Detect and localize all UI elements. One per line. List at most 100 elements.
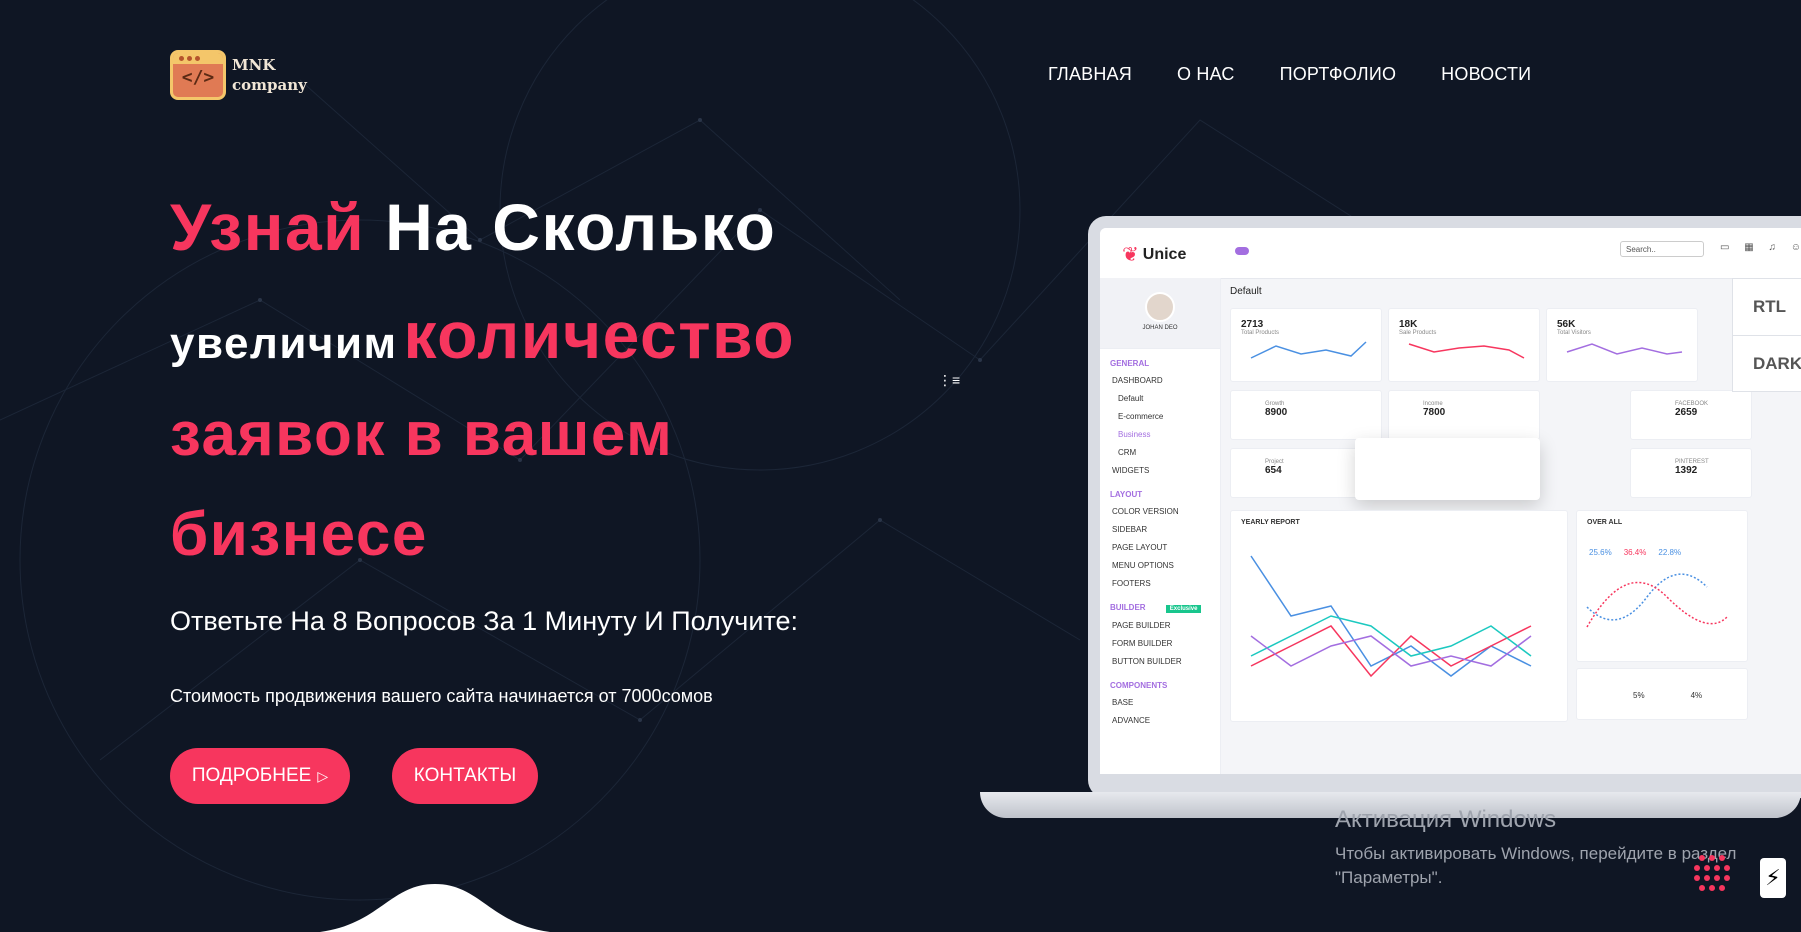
more-button-label: ПОДРОБНЕЕ: [191, 765, 312, 786]
menu-dashboard: DASHBOARD: [1112, 376, 1163, 385]
sparkline-purple: [1566, 343, 1683, 355]
menu-advance: ADVANCE: [1112, 716, 1151, 725]
menu-form-builder: FORM BUILDER: [1112, 639, 1173, 648]
menu-ecommerce: E-commerce: [1118, 412, 1164, 421]
topbar-icons: ▭ ▦ ♫ ☺: [1720, 242, 1801, 253]
logo-glyph: </>: [181, 67, 215, 88]
nav-item-portfolio[interactable]: ПОРТФОЛИО: [1280, 64, 1397, 85]
dashboard-brand-label: Unice: [1142, 245, 1187, 263]
menu-color-version: COLOR VERSION: [1112, 507, 1179, 516]
kpi-facebook: FACEBOOK 2659: [1630, 390, 1752, 440]
code-window-icon: </>: [170, 50, 226, 100]
headline-increase: увеличим: [170, 319, 398, 368]
main-nav: ГЛАВНАЯ О НАС ПОРТФОЛИО НОВОСТИ: [1048, 64, 1531, 85]
headline-quantity: количество: [403, 298, 796, 372]
menu-page-builder: PAGE BUILDER: [1112, 621, 1171, 630]
stat-card-visitors: 56K Total Visitors: [1546, 308, 1698, 382]
sparkline-red: [1408, 343, 1525, 359]
dashboard-brand: ❦ Unice: [1122, 242, 1186, 267]
dashboard-user: JOHAN DEO: [1100, 278, 1220, 349]
menu-default: Default: [1118, 394, 1144, 403]
kpi-value: 7800: [1423, 407, 1446, 418]
sparkline-blue: [1250, 341, 1367, 359]
bottom-wave-shape: [320, 884, 550, 932]
windows-activation-watermark: Активация Windows Чтобы активировать Win…: [1335, 806, 1736, 890]
avatar: [1145, 292, 1175, 322]
contacts-button-label: КОНТАКТЫ: [413, 765, 517, 786]
menu-crm: CRM: [1118, 448, 1137, 457]
logo-line1: MNK: [232, 56, 276, 74]
lightning-icon[interactable]: ⚡: [1760, 858, 1786, 898]
menu-business: Business: [1118, 430, 1151, 439]
scroll-hint-icon: ⋮≡: [938, 372, 961, 388]
dashboard-search: Search..: [1620, 241, 1704, 257]
nav-item-home[interactable]: ГЛАВНАЯ: [1048, 64, 1132, 85]
dots-grid-icon: [1694, 855, 1730, 891]
contacts-button[interactable]: КОНТАКТЫ: [392, 748, 538, 804]
menu-menu-options: MENU OPTIONS: [1112, 561, 1174, 570]
kpi-employee: Employee 8963: [1355, 438, 1540, 500]
dashboard-preview: ❦ Unice Search.. ▭ ▦ ♫ ☺ JOHAN DEO GENER…: [1100, 228, 1801, 774]
nav-item-news[interactable]: НОВОСТИ: [1441, 64, 1531, 85]
watermark-line1: Чтобы активировать Windows, перейдите в …: [1335, 844, 1737, 863]
exclusive-badge: Exclusive: [1165, 605, 1202, 613]
rtl-dark-switcher[interactable]: RTL DARK: [1732, 278, 1801, 392]
small-stats-card: 5% 4%: [1576, 668, 1748, 720]
small-stat-1: 5%: [1633, 691, 1645, 700]
watermark-line2: "Параметры".: [1335, 868, 1443, 887]
nav-item-about[interactable]: О НАС: [1177, 64, 1235, 85]
dashboard-sidebar: JOHAN DEO GENERAL DASHBOARD Default E-co…: [1100, 278, 1221, 774]
overall-chart: [1586, 573, 1728, 628]
stat-value: 2713: [1241, 319, 1264, 330]
kpi-pinterest: PINTEREST 1392: [1630, 448, 1752, 498]
rtl-option[interactable]: RTL: [1733, 279, 1801, 335]
headline-word-learn: Узнай: [170, 190, 366, 264]
stat-value: 56K: [1557, 319, 1576, 330]
kpi-value: 2659: [1675, 407, 1698, 418]
stat-value: 18K: [1399, 319, 1418, 330]
headline-how-much: На Сколько: [385, 190, 777, 264]
kpi-label: Employee: [1393, 452, 1465, 469]
kpi-value: 8900: [1265, 407, 1288, 418]
overall-pct-monthly: 36.4%: [1623, 548, 1647, 557]
dashboard-main: Default 2713 Total Products 18K Sale Pro…: [1220, 278, 1801, 774]
section-builder: BUILDER Exclusive: [1100, 593, 1220, 617]
kpi-value: 8963: [1393, 470, 1425, 486]
yearly-report-card: YEARLY REPORT: [1230, 510, 1568, 722]
section-general: GENERAL: [1110, 359, 1150, 368]
yearly-report-title: YEARLY REPORT: [1241, 519, 1300, 526]
dashboard-title: Default: [1230, 286, 1262, 297]
headline-line4: бизнесе: [170, 500, 428, 569]
logo-line2: company: [232, 76, 307, 94]
menu-sidebar: SIDEBAR: [1112, 525, 1148, 534]
overall-card: OVER ALL 25.6% 36.4% 22.8%: [1576, 510, 1748, 662]
unice-logo-icon: ❦: [1122, 244, 1139, 266]
laptop-mockup: ❦ Unice Search.. ▭ ▦ ♫ ☺ JOHAN DEO GENER…: [1088, 216, 1801, 798]
more-button[interactable]: ПОДРОБНЕЕ ▷: [170, 748, 350, 804]
dark-option[interactable]: DARK: [1733, 335, 1801, 392]
menu-page-layout: PAGE LAYOUT: [1112, 543, 1168, 552]
kpi-value: 1392: [1675, 465, 1698, 476]
hero-price-note: Стоимость продвижения вашего сайта начин…: [170, 686, 713, 706]
section-layout: LAYOUT: [1110, 490, 1143, 499]
menu-widgets: WIDGETS: [1112, 466, 1150, 475]
logo[interactable]: </> MNK company: [170, 50, 307, 100]
small-stat-2: 4%: [1690, 691, 1703, 700]
section-builder-label: BUILDER: [1110, 603, 1146, 612]
hero-headline: Узнай На Сколько увеличим количество зая…: [170, 185, 795, 585]
overall-pct-weekly: 22.8%: [1658, 548, 1682, 557]
dashboard-topbar: ❦ Unice Search.. ▭ ▦ ♫ ☺: [1100, 228, 1801, 279]
section-components: COMPONENTS: [1110, 681, 1168, 690]
user-name: JOHAN DEO: [1142, 325, 1178, 331]
hero-subtitle: Ответьте На 8 Вопросов За 1 Минуту И Пол…: [170, 606, 799, 636]
stat-card-products: 2713 Total Products: [1230, 308, 1382, 382]
menu-footers: FOOTERS: [1112, 579, 1151, 588]
watermark-title: Активация Windows: [1335, 806, 1557, 833]
yearly-report-chart: [1250, 555, 1532, 678]
logo-text: MNK company: [232, 55, 307, 95]
menu-base: BASE: [1112, 698, 1134, 707]
headline-line3: заявок в вашем: [170, 400, 674, 469]
stat-card-sales: 18K Sale Products: [1388, 308, 1540, 382]
play-arrow-icon: ▷: [317, 767, 329, 784]
overall-pct-yearly: 25.6%: [1589, 548, 1612, 557]
